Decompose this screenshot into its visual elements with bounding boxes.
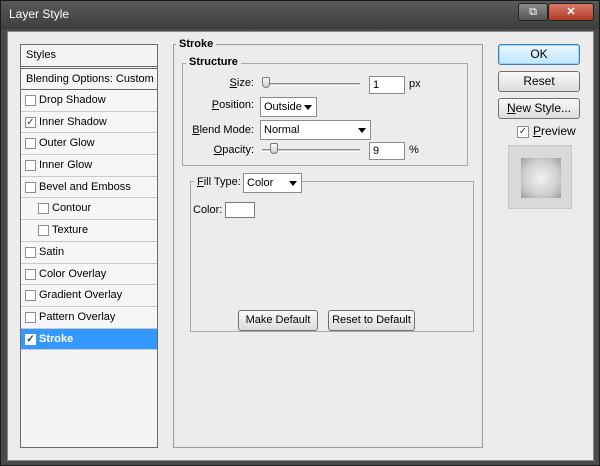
layer-style-window: Layer Style ⧉ ✕ Styles Blending Options:… — [0, 0, 600, 466]
style-item-label: Inner Glow — [39, 159, 93, 172]
style-item-texture[interactable]: Texture — [21, 220, 157, 242]
style-item-label: Inner Shadow — [39, 115, 107, 128]
size-slider-handle[interactable] — [262, 77, 270, 88]
style-checkbox[interactable]: ✓ — [25, 333, 36, 345]
style-item-pattern-overlay[interactable]: Pattern Overlay — [21, 306, 157, 329]
new-style-button[interactable]: New Style... — [498, 98, 580, 119]
chevron-down-icon — [289, 181, 297, 186]
styles-list: Styles Blending Options: Custom Drop Sha… — [20, 44, 158, 448]
restore-button[interactable]: ⧉ — [518, 3, 548, 21]
style-item-label: Gradient Overlay — [39, 289, 123, 302]
style-checkbox[interactable] — [25, 138, 36, 150]
fill-type-label: Fill Type: — [194, 176, 244, 188]
opacity-slider-handle[interactable] — [270, 143, 279, 154]
size-unit: px — [409, 78, 421, 90]
style-item-label: Contour — [52, 202, 92, 215]
blending-options-item[interactable]: Blending Options: Custom — [21, 68, 157, 90]
chevron-down-icon — [358, 128, 366, 133]
style-checkbox[interactable] — [25, 160, 36, 172]
fill-type-value: Color — [247, 177, 274, 189]
style-checkbox[interactable] — [38, 203, 49, 215]
opacity-input[interactable]: 9 — [369, 142, 405, 160]
color-label: Color: — [193, 204, 223, 216]
dialog-body: Styles Blending Options: Custom Drop Sha… — [7, 31, 594, 461]
style-item-inner-glow[interactable]: Inner Glow — [21, 155, 157, 177]
preview-label: Preview — [533, 124, 576, 138]
make-default-button[interactable]: Make Default — [238, 310, 318, 331]
reset-to-default-button[interactable]: Reset to Default — [328, 310, 415, 331]
size-slider-track[interactable] — [262, 83, 360, 86]
restore-icon: ⧉ — [529, 6, 537, 18]
style-checkbox[interactable] — [38, 225, 49, 237]
style-item-label: Stroke — [39, 332, 74, 345]
style-item-label: Pattern Overlay — [39, 310, 116, 323]
preview-checkbox[interactable]: ✓ — [517, 126, 529, 138]
blend-mode-dropdown[interactable]: Normal — [260, 120, 371, 140]
fill-type-dropdown[interactable]: Color — [243, 173, 302, 193]
style-item-inner-shadow[interactable]: ✓ Inner Shadow — [21, 111, 157, 134]
style-item-stroke[interactable]: ✓ Stroke — [21, 328, 157, 351]
style-checkbox[interactable] — [25, 246, 36, 258]
size-label: Size: — [229, 77, 254, 89]
style-item-outer-glow[interactable]: Outer Glow — [21, 133, 157, 156]
structure-title: Structure — [186, 56, 241, 68]
close-icon: ✕ — [566, 6, 576, 18]
opacity-unit: % — [409, 144, 419, 156]
position-value: Outside — [264, 101, 302, 113]
style-item-label: Outer Glow — [39, 137, 95, 150]
stroke-title: Stroke — [176, 38, 217, 50]
style-item-label: Bevel and Emboss — [39, 180, 131, 193]
size-input[interactable]: 1 — [369, 76, 405, 94]
blend-mode-label: Blend Mode: — [192, 124, 254, 136]
style-item-gradient-overlay[interactable]: Gradient Overlay — [21, 285, 157, 307]
styles-header[interactable]: Styles — [21, 45, 157, 67]
style-item-drop-shadow[interactable]: Drop Shadow — [21, 90, 157, 112]
style-item-contour[interactable]: Contour — [21, 198, 157, 221]
style-checkbox[interactable] — [25, 311, 36, 323]
chevron-down-icon — [304, 105, 312, 110]
opacity-label: Opacity: — [213, 144, 254, 156]
preview-swatch — [521, 158, 561, 198]
style-checkbox[interactable] — [25, 181, 36, 193]
style-item-label: Texture — [52, 224, 89, 237]
position-label: Position: — [211, 99, 254, 111]
close-button[interactable]: ✕ — [548, 3, 594, 21]
style-preview — [508, 145, 572, 209]
style-item-satin[interactable]: Satin — [21, 241, 157, 264]
reset-button[interactable]: Reset — [498, 71, 580, 92]
style-item-label: Color Overlay — [39, 267, 107, 280]
style-checkbox[interactable] — [25, 290, 36, 302]
color-swatch[interactable] — [225, 202, 255, 218]
title-bar[interactable]: Layer Style ⧉ ✕ — [1, 1, 599, 29]
style-item-color-overlay[interactable]: Color Overlay — [21, 263, 157, 286]
blend-mode-value: Normal — [264, 124, 300, 136]
window-title: Layer Style — [9, 7, 70, 21]
style-item-label: Satin — [39, 245, 65, 258]
style-checkbox[interactable]: ✓ — [25, 116, 36, 128]
style-item-label: Drop Shadow — [39, 94, 106, 106]
style-checkbox[interactable] — [25, 95, 36, 106]
ok-button[interactable]: OK — [498, 44, 580, 65]
position-dropdown[interactable]: Outside — [260, 97, 317, 117]
style-item-bevel-and-emboss[interactable]: Bevel and Emboss — [21, 176, 157, 199]
style-checkbox[interactable] — [25, 268, 36, 280]
